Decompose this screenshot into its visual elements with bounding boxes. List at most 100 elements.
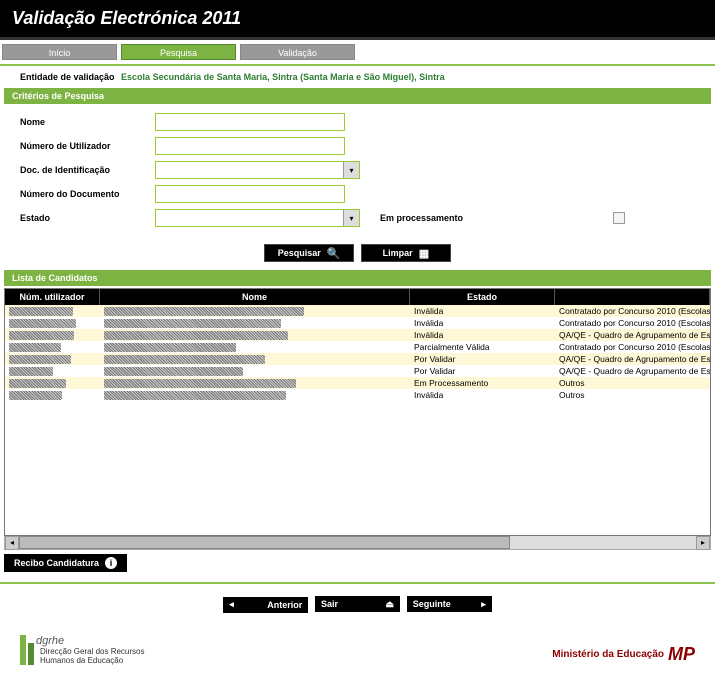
scroll-left-icon[interactable]: ◂ bbox=[5, 536, 19, 550]
seguinte-label: Seguinte bbox=[413, 599, 451, 609]
em-proc-checkbox[interactable] bbox=[613, 212, 625, 224]
horizontal-scrollbar[interactable]: ◂ ▸ bbox=[4, 536, 711, 550]
entity-label: Entidade de validação bbox=[20, 72, 115, 82]
cell-estado: Inválida bbox=[410, 329, 555, 341]
limpar-label: Limpar bbox=[383, 248, 413, 258]
cell-num bbox=[5, 365, 100, 377]
arrow-left-icon: ◂ bbox=[229, 599, 234, 610]
col-extra[interactable] bbox=[555, 289, 710, 305]
anterior-label: Anterior bbox=[267, 600, 302, 610]
cell-extra: QA/QE - Quadro de Agrupamento de Esc bbox=[555, 329, 710, 341]
cell-estado: Por Validar bbox=[410, 365, 555, 377]
cell-num bbox=[5, 305, 100, 317]
scroll-right-icon[interactable]: ▸ bbox=[696, 536, 710, 550]
cell-num bbox=[5, 377, 100, 389]
num-util-input[interactable] bbox=[155, 137, 345, 155]
col-num[interactable]: Núm. utilizador bbox=[5, 289, 100, 305]
chevron-down-icon: ▾ bbox=[343, 210, 359, 226]
bottom-nav: ◂ Anterior Sair ⏏ Seguinte ▸ bbox=[0, 582, 715, 625]
action-row: Pesquisar 🔍 Limpar ▦ bbox=[0, 240, 715, 270]
table-row[interactable]: InválidaQA/QE - Quadro de Agrupamento de… bbox=[5, 329, 710, 341]
entity-value: Escola Secundária de Santa Maria, Sintra… bbox=[121, 72, 445, 82]
logo-dgrhe: dgrhe Direcção Geral dos Recursos Humano… bbox=[20, 635, 144, 665]
table-row[interactable]: Por ValidarQA/QE - Quadro de Agrupamento… bbox=[5, 365, 710, 377]
cell-estado: Inválida bbox=[410, 317, 555, 329]
cell-extra: Contratado por Concurso 2010 (Escolas c bbox=[555, 317, 710, 329]
table-row[interactable]: InválidaOutros bbox=[5, 389, 710, 401]
criteria-form: Nome Número de Utilizador Doc. de Identi… bbox=[0, 104, 715, 240]
app-title: Validação Electrónica 2011 bbox=[12, 8, 703, 29]
cell-num bbox=[5, 353, 100, 365]
limpar-button[interactable]: Limpar ▦ bbox=[361, 244, 451, 262]
candidates-table: Núm. utilizador Nome Estado InválidaCont… bbox=[4, 288, 711, 536]
scroll-thumb[interactable] bbox=[19, 536, 510, 549]
table-head: Núm. utilizador Nome Estado bbox=[5, 289, 710, 305]
doc-id-label: Doc. de Identificação bbox=[20, 165, 155, 175]
cell-nome bbox=[100, 353, 410, 365]
cell-nome bbox=[100, 389, 410, 401]
table-row[interactable]: Parcialmente VálidaContratado por Concur… bbox=[5, 341, 710, 353]
table-row[interactable]: InválidaContratado por Concurso 2010 (Es… bbox=[5, 317, 710, 329]
table-row[interactable]: Em ProcessamentoOutros bbox=[5, 377, 710, 389]
cell-extra: Contratado por Concurso 2010 (Escolas c bbox=[555, 341, 710, 353]
recibo-button[interactable]: Recibo Candidatura i bbox=[4, 554, 127, 572]
logo-name: dgrhe bbox=[36, 635, 144, 647]
doc-id-select[interactable]: ▾ bbox=[155, 161, 360, 179]
cell-nome bbox=[100, 377, 410, 389]
cell-extra: Outros bbox=[555, 377, 710, 389]
cell-nome bbox=[100, 329, 410, 341]
nome-label: Nome bbox=[20, 117, 155, 127]
cell-nome bbox=[100, 317, 410, 329]
cell-num bbox=[5, 317, 100, 329]
nav-validacao[interactable]: Validação bbox=[240, 44, 355, 60]
footer: dgrhe Direcção Geral dos Recursos Humano… bbox=[0, 625, 715, 685]
cell-estado: Por Validar bbox=[410, 353, 555, 365]
num-util-label: Número de Utilizador bbox=[20, 141, 155, 151]
col-estado[interactable]: Estado bbox=[410, 289, 555, 305]
cell-extra: QA/QE - Quadro de Agrupamento de Esc bbox=[555, 365, 710, 377]
num-doc-label: Número do Documento bbox=[20, 189, 155, 199]
ministerio-logo: MP bbox=[668, 644, 695, 665]
criteria-header: Critérios de Pesquisa bbox=[4, 88, 711, 104]
seguinte-button[interactable]: Seguinte ▸ bbox=[407, 596, 492, 612]
cell-estado: Inválida bbox=[410, 389, 555, 401]
cell-estado: Em Processamento bbox=[410, 377, 555, 389]
table-body: InválidaContratado por Concurso 2010 (Es… bbox=[5, 305, 710, 535]
num-doc-input[interactable] bbox=[155, 185, 345, 203]
table-row[interactable]: InválidaContratado por Concurso 2010 (Es… bbox=[5, 305, 710, 317]
search-icon: 🔍 bbox=[327, 247, 341, 260]
pesquisar-button[interactable]: Pesquisar 🔍 bbox=[264, 244, 354, 262]
nome-input[interactable] bbox=[155, 113, 345, 131]
cell-estado: Inválida bbox=[410, 305, 555, 317]
cell-extra: QA/QE - Quadro de Agrupamento de Esc bbox=[555, 353, 710, 365]
main-nav: Início Pesquisa Validação bbox=[0, 40, 715, 66]
info-icon: i bbox=[105, 557, 117, 569]
table-row[interactable]: Por ValidarQA/QE - Quadro de Agrupamento… bbox=[5, 353, 710, 365]
sair-label: Sair bbox=[321, 599, 338, 609]
cell-extra: Contratado por Concurso 2010 (Escolas c bbox=[555, 305, 710, 317]
chevron-down-icon: ▾ bbox=[343, 162, 359, 178]
arrow-right-icon: ▸ bbox=[481, 599, 486, 610]
app-header: Validação Electrónica 2011 bbox=[0, 0, 715, 40]
cell-nome bbox=[100, 305, 410, 317]
recibo-label: Recibo Candidatura bbox=[14, 558, 99, 568]
anterior-button[interactable]: ◂ Anterior bbox=[223, 597, 308, 613]
exit-icon: ⏏ bbox=[385, 599, 394, 610]
cell-nome bbox=[100, 365, 410, 377]
nav-pesquisa[interactable]: Pesquisa bbox=[121, 44, 236, 60]
cell-num bbox=[5, 341, 100, 353]
cell-num bbox=[5, 329, 100, 341]
cell-estado: Parcialmente Válida bbox=[410, 341, 555, 353]
sair-button[interactable]: Sair ⏏ bbox=[315, 596, 400, 612]
logo-line2: Humanos da Educação bbox=[40, 656, 144, 665]
logo-ministerio: Ministério da Educação MP bbox=[552, 644, 695, 665]
list-header: Lista de Candidatos bbox=[4, 270, 711, 286]
estado-select[interactable]: ▾ bbox=[155, 209, 360, 227]
col-nome[interactable]: Nome bbox=[100, 289, 410, 305]
nav-inicio[interactable]: Início bbox=[2, 44, 117, 60]
em-proc-label: Em processamento bbox=[380, 213, 463, 223]
pesquisar-label: Pesquisar bbox=[278, 248, 321, 258]
entity-row: Entidade de validação Escola Secundária … bbox=[0, 66, 715, 88]
cell-nome bbox=[100, 341, 410, 353]
logo-line1: Direcção Geral dos Recursos bbox=[40, 647, 144, 656]
